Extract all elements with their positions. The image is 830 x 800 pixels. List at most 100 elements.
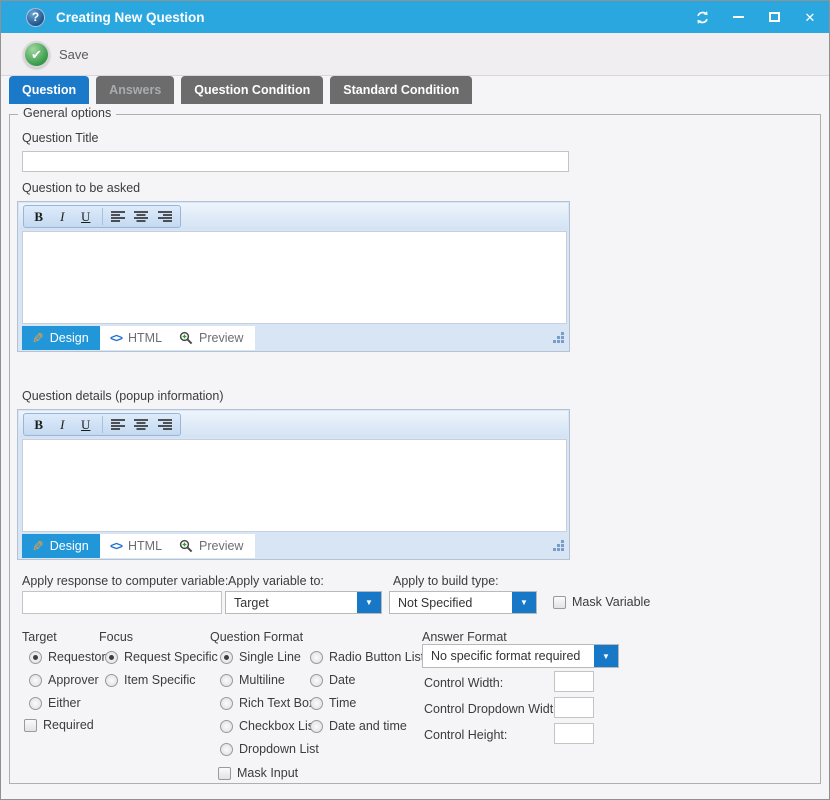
align-right-button[interactable] — [155, 415, 177, 434]
control-dropdown-width-input[interactable] — [554, 697, 594, 718]
italic-button[interactable]: I — [52, 415, 74, 434]
html-tab[interactable]: <> HTML — [100, 534, 169, 558]
radio-time[interactable]: Time — [310, 696, 356, 710]
question-title-label: Question Title — [22, 131, 98, 145]
refresh-button[interactable] — [693, 8, 711, 26]
save-check-icon: ✔ — [23, 41, 50, 68]
help-icon[interactable]: ? — [26, 8, 45, 27]
radio-radio-button-list[interactable]: Radio Button List — [310, 650, 424, 664]
code-icon: <> — [110, 539, 122, 553]
checkbox-icon — [218, 767, 231, 780]
mask-input-checkbox[interactable]: Mask Input — [218, 766, 298, 780]
apply-variable-to-label: Apply variable to: — [228, 574, 324, 588]
radio-icon — [220, 743, 233, 756]
close-button[interactable]: ✕ — [801, 8, 819, 26]
control-height-input[interactable] — [554, 723, 594, 744]
align-left-button[interactable] — [108, 207, 130, 226]
radio-single-line[interactable]: Single Line — [220, 650, 301, 664]
pencil-icon: ✎ — [32, 331, 44, 345]
design-tab[interactable]: ✎ Design — [22, 326, 100, 350]
radio-requestor[interactable]: Requestor — [29, 650, 106, 664]
radio-approver[interactable]: Approver — [29, 673, 99, 687]
bold-button[interactable]: B — [28, 207, 50, 226]
mask-variable-checkbox[interactable]: Mask Variable — [553, 595, 650, 609]
radio-item-specific[interactable]: Item Specific — [105, 673, 196, 687]
preview-tab[interactable]: Preview — [169, 326, 255, 350]
minimize-icon — [733, 16, 744, 18]
answer-format-dropdown[interactable]: No specific format required ▼ — [422, 644, 619, 668]
html-tab-label: HTML — [128, 331, 162, 345]
help-glyph: ? — [32, 10, 39, 24]
dropdown-value: Target — [234, 592, 269, 613]
radio-label: Checkbox List — [239, 719, 318, 733]
design-tab[interactable]: ✎ Design — [22, 534, 100, 558]
maximize-button[interactable] — [765, 8, 783, 26]
html-tab[interactable]: <> HTML — [100, 326, 169, 350]
radio-rich-text-box[interactable]: Rich Text Box — [220, 696, 315, 710]
radio-label: Multiline — [239, 673, 285, 687]
radio-label: Requestor — [48, 650, 106, 664]
tab-standard-condition[interactable]: Standard Condition — [330, 76, 472, 104]
underline-button[interactable]: U — [75, 415, 97, 434]
question-title-input[interactable] — [22, 151, 569, 172]
radio-icon — [105, 674, 118, 687]
underline-icon: U — [81, 417, 90, 433]
align-right-button[interactable] — [155, 207, 177, 226]
editor-content-area[interactable] — [22, 231, 567, 324]
italic-button[interactable]: I — [52, 207, 74, 226]
preview-tab[interactable]: Preview — [169, 534, 255, 558]
editor-content-area[interactable] — [22, 439, 567, 532]
radio-multiline[interactable]: Multiline — [220, 673, 285, 687]
apply-variable-to-dropdown[interactable]: Target ▼ — [225, 591, 382, 614]
tab-question[interactable]: Question — [9, 76, 89, 104]
control-width-input[interactable] — [554, 671, 594, 692]
tab-label: Answers — [109, 83, 161, 97]
apply-response-label: Apply response to computer variable: — [22, 574, 228, 588]
radio-label: Dropdown List — [239, 742, 319, 756]
radio-icon — [220, 720, 233, 733]
computer-variable-input[interactable] — [22, 591, 222, 614]
radio-label: Single Line — [239, 650, 301, 664]
bold-button[interactable]: B — [28, 415, 50, 434]
required-checkbox[interactable]: Required — [24, 718, 94, 732]
align-left-button[interactable] — [108, 415, 130, 434]
align-left-icon — [111, 211, 126, 222]
radio-date-and-time[interactable]: Date and time — [310, 719, 407, 733]
tab-label: Question Condition — [194, 83, 310, 97]
apply-build-type-dropdown[interactable]: Not Specified ▼ — [389, 591, 537, 614]
radio-request-specific[interactable]: Request Specific — [105, 650, 218, 664]
underline-icon: U — [81, 209, 90, 225]
tab-answers[interactable]: Answers — [96, 76, 174, 104]
align-center-button[interactable] — [131, 207, 153, 226]
radio-date[interactable]: Date — [310, 673, 355, 687]
save-button-label: Save — [59, 47, 89, 62]
editor-format-buttons: B I U — [23, 413, 181, 436]
radio-label: Item Specific — [124, 673, 196, 687]
resize-grip-icon[interactable] — [552, 332, 564, 344]
radio-dropdown-list[interactable]: Dropdown List — [220, 742, 319, 756]
design-tab-label: Design — [50, 539, 89, 553]
radio-checkbox-list[interactable]: Checkbox List — [220, 719, 318, 733]
tab-question-condition[interactable]: Question Condition — [181, 76, 323, 104]
radio-icon — [310, 697, 323, 710]
underline-button[interactable]: U — [75, 207, 97, 226]
radio-either[interactable]: Either — [29, 696, 81, 710]
align-left-icon — [111, 419, 126, 430]
checkbox-icon — [24, 719, 37, 732]
toolbar-separator — [102, 208, 103, 225]
align-center-icon — [134, 419, 149, 430]
creating-new-question-window: ? Creating New Question ✕ ✔ Save — [0, 0, 830, 800]
minimize-button[interactable] — [729, 8, 747, 26]
question-details-editor: B I U ✎ — [17, 409, 570, 560]
target-label: Target — [22, 630, 57, 644]
resize-grip-icon[interactable] — [552, 540, 564, 552]
chevron-down-icon: ▼ — [512, 592, 536, 613]
toolbar: ✔ Save — [1, 33, 829, 76]
general-options-group: General options Question Title Question … — [9, 114, 821, 784]
align-center-button[interactable] — [131, 415, 153, 434]
radio-label: Radio Button List — [329, 650, 424, 664]
refresh-icon — [695, 10, 710, 25]
question-details-label: Question details (popup information) — [22, 389, 224, 403]
save-button[interactable]: ✔ Save — [23, 40, 89, 69]
question-asked-label: Question to be asked — [22, 181, 140, 195]
